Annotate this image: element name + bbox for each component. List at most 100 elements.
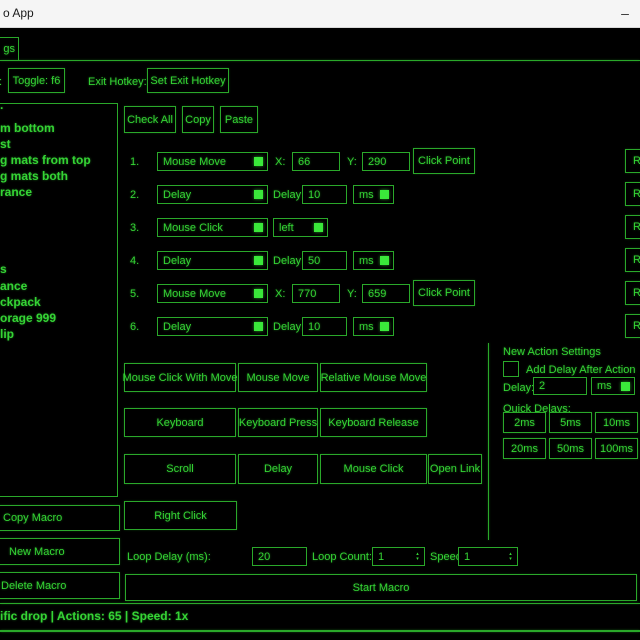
add-right-click-button[interactable]: Right Click (124, 501, 237, 530)
delay-unit-dropdown[interactable]: ms (353, 185, 394, 204)
x-input[interactable]: 770 (292, 284, 340, 303)
dropdown-indicator-icon (380, 256, 389, 265)
add-keyboard-release-button[interactable]: Keyboard Release (320, 408, 427, 437)
macro-list-item[interactable]: s (0, 262, 7, 276)
quick-delay-20ms-button[interactable]: 20ms (503, 438, 546, 459)
stepper-arrows-icon[interactable]: ▴▾ (411, 548, 424, 565)
paste-button[interactable]: Paste (220, 106, 258, 133)
speed-stepper[interactable]: 1 ▴▾ (458, 547, 518, 566)
add-keyboard-button[interactable]: Keyboard (124, 408, 236, 437)
add-mouse-move-button[interactable]: Mouse Move (238, 363, 318, 392)
button-label: Right Click (154, 510, 207, 522)
delay-unit-dropdown[interactable]: ms (353, 317, 394, 336)
remove-label: R (633, 254, 640, 266)
remove-action-button[interactable]: R (625, 149, 640, 173)
quick-delay-50ms-button[interactable]: 50ms (549, 438, 592, 459)
copy-button[interactable]: Copy (182, 106, 214, 133)
add-delay-button[interactable]: Delay (238, 454, 318, 484)
action-type-dropdown[interactable]: Mouse Move (157, 152, 268, 171)
action-type-dropdown[interactable]: Delay (157, 251, 268, 270)
action-type-dropdown[interactable]: Mouse Move (157, 284, 268, 303)
add-keyboard-press-button[interactable]: Keyboard Press (238, 408, 318, 437)
row-number: 4. (130, 255, 139, 267)
loop-count-stepper[interactable]: 1 ▴▾ (372, 547, 425, 566)
new-action-unit-dropdown[interactable]: ms (591, 377, 635, 395)
button-label: 2ms (514, 417, 535, 429)
click-point-button[interactable]: Click Point (413, 280, 475, 306)
delay-input[interactable]: 10 (302, 185, 347, 204)
loop-delay-value: 20 (258, 551, 270, 563)
set-exit-hotkey-button[interactable]: Set Exit Hotkey (147, 68, 229, 93)
add-delay-after-action-checkbox[interactable] (503, 361, 519, 377)
delay-input[interactable]: 50 (302, 251, 347, 270)
new-macro-button[interactable]: New Macro (0, 538, 120, 565)
remove-label: R (633, 221, 640, 233)
button-label: Scroll (166, 463, 194, 475)
button-label: 100ms (600, 443, 633, 455)
macro-list-item[interactable]: g mats both (0, 169, 68, 183)
x-value: 770 (298, 288, 316, 300)
copy-macro-button[interactable]: Copy Macro (0, 505, 120, 531)
macro-list-item[interactable]: ance (0, 279, 27, 293)
new-action-settings-title: New Action Settings (503, 346, 601, 358)
titlebar: o App – (0, 0, 640, 28)
toggle-hotkey-button[interactable]: Toggle: f6 (8, 68, 65, 93)
action-type-value: Delay (163, 321, 191, 333)
add-mouse-click-button[interactable]: Mouse Click (320, 454, 427, 484)
remove-action-button[interactable]: R (625, 215, 640, 239)
x-value: 66 (298, 156, 310, 168)
delay-unit-value: ms (359, 255, 374, 267)
loop-delay-input[interactable]: 20 (252, 547, 307, 566)
new-action-delay-input[interactable]: 2 (533, 377, 587, 395)
macro-list-item[interactable]: rance (0, 185, 32, 199)
remove-action-button[interactable]: R (625, 248, 640, 272)
delay-label: Delay: (273, 189, 304, 201)
row-number: 6. (130, 321, 139, 333)
quick-delay-100ms-button[interactable]: 100ms (595, 438, 638, 459)
loop-count-label: Loop Count: (312, 551, 372, 563)
delay-value: 10 (308, 321, 320, 333)
add-scroll-button[interactable]: Scroll (124, 454, 236, 484)
macro-list-item[interactable]: g mats from top (0, 153, 91, 167)
mouse-button-dropdown[interactable]: left (273, 218, 328, 237)
x-label: X: (275, 288, 285, 300)
macro-list-item[interactable]: orage 999 (0, 311, 56, 325)
click-point-button[interactable]: Click Point (413, 148, 475, 174)
toggle-hotkey-label: Toggle: f6 (13, 75, 61, 87)
loop-delay-label: Loop Delay (ms): (127, 551, 211, 563)
macro-list-item[interactable]: ckpack (0, 295, 41, 309)
delay-input[interactable]: 10 (302, 317, 347, 336)
x-label: X: (275, 156, 285, 168)
delay-unit-dropdown[interactable]: ms (353, 251, 394, 270)
check-all-button[interactable]: Check All (124, 106, 176, 133)
remove-action-button[interactable]: R (625, 182, 640, 206)
add-relative-mouse-move-button[interactable]: Relative Mouse Move (320, 363, 427, 392)
add-mouse-click-with-move-button[interactable]: Mouse Click With Move (124, 363, 236, 392)
tab-settings[interactable]: gs (0, 37, 19, 61)
macro-list-item[interactable]: m bottom (0, 121, 55, 135)
row-number: 2. (130, 189, 139, 201)
action-type-dropdown[interactable]: Mouse Click (157, 218, 268, 237)
delay-unit-value: ms (359, 189, 374, 201)
quick-delay-10ms-button[interactable]: 10ms (595, 412, 638, 433)
remove-action-button[interactable]: R (625, 281, 640, 305)
action-type-dropdown[interactable]: Delay (157, 185, 268, 204)
x-input[interactable]: 66 (292, 152, 340, 171)
delay-value: 50 (308, 255, 320, 267)
y-input[interactable]: 659 (362, 284, 410, 303)
remove-action-button[interactable]: R (625, 314, 640, 338)
action-type-value: Mouse Move (163, 288, 226, 300)
add-open-link-button[interactable]: Open Link (428, 454, 482, 484)
quick-delay-5ms-button[interactable]: 5ms (549, 412, 592, 433)
stepper-arrows-icon[interactable]: ▴▾ (504, 548, 517, 565)
y-input[interactable]: 290 (362, 152, 410, 171)
quick-delay-2ms-button[interactable]: 2ms (503, 412, 546, 433)
start-macro-button[interactable]: Start Macro (125, 574, 637, 601)
copy-macro-label: Copy Macro (3, 512, 62, 524)
minimize-button[interactable]: – (610, 0, 640, 26)
delete-macro-button[interactable]: Delete Macro (0, 572, 120, 599)
macro-list-item[interactable]: lip (0, 327, 14, 341)
macro-list-item[interactable]: st (0, 137, 11, 151)
action-type-dropdown[interactable]: Delay (157, 317, 268, 336)
macro-list-item[interactable]: · (0, 101, 4, 115)
